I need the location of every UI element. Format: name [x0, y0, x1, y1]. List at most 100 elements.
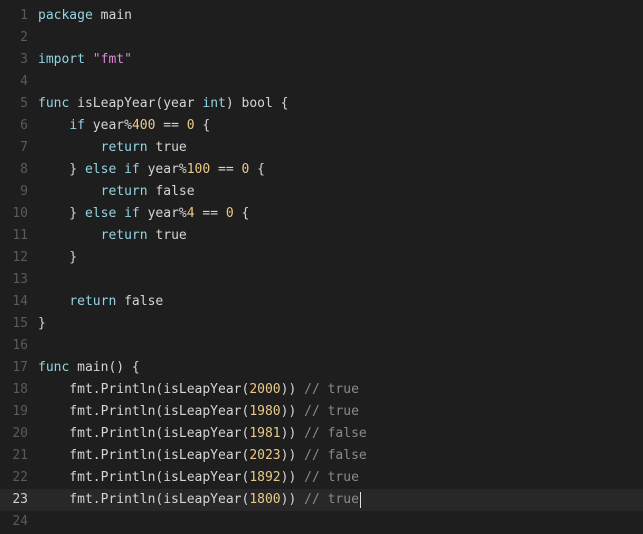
code-line[interactable]: 4 — [0, 71, 643, 93]
code-line[interactable]: 23 fmt.Println(isLeapYear(1800)) // true — [0, 489, 643, 511]
ident-token: } — [38, 250, 78, 265]
ident-token: )) — [280, 404, 305, 419]
keyword-token: return — [100, 228, 148, 243]
number-token: 1980 — [249, 404, 281, 419]
code-line[interactable]: 18 fmt.Println(isLeapYear(2000)) // true — [0, 379, 643, 401]
number-token: 100 — [186, 162, 211, 177]
string-token: "fmt" — [92, 52, 132, 67]
comment-token: // true — [304, 404, 359, 419]
code-line[interactable]: 16 — [0, 335, 643, 357]
line-code: return true — [28, 137, 643, 159]
comment-token: // false — [304, 448, 367, 463]
number-token: 1981 — [249, 426, 281, 441]
code-line[interactable]: 17 func main() { — [0, 357, 643, 379]
line-code: fmt.Println(isLeapYear(2000)) // true — [28, 379, 643, 401]
number-token: 0 — [225, 206, 234, 221]
ident-token: } — [38, 162, 85, 177]
code-line[interactable]: 14 return false — [0, 291, 643, 313]
number-token: 2000 — [249, 382, 281, 397]
line-number: 18 — [12, 382, 28, 397]
ident-token: == — [194, 206, 226, 221]
code-line[interactable]: 7 return true — [0, 137, 643, 159]
code-line[interactable]: 20 fmt.Println(isLeapYear(1981)) // fals… — [0, 423, 643, 445]
ident-token — [38, 181, 101, 203]
code-line[interactable]: 9 return false — [0, 181, 643, 203]
line-number: 5 — [20, 96, 28, 111]
ident-token: isLeapYear(year — [69, 96, 203, 111]
code-line[interactable]: 19 fmt.Println(isLeapYear(1980)) // true — [0, 401, 643, 423]
ident-token: fmt.Println(isLeapYear( — [38, 382, 250, 397]
code-line[interactable]: 5 func isLeapYear(year int) bool { — [0, 93, 643, 115]
ident-token: )) — [280, 382, 305, 397]
number-token: 400 — [131, 118, 156, 133]
ident-token: )) — [280, 448, 305, 463]
line-number: 7 — [20, 140, 28, 155]
line-number: 11 — [12, 228, 28, 243]
line-code: } — [28, 313, 643, 335]
comment-token: // true — [304, 382, 359, 397]
code-line[interactable]: 13 — [0, 269, 643, 291]
code-line[interactable]: 8 } else if year% 100 == 0 { — [0, 159, 643, 181]
line-code: import "fmt" — [28, 49, 643, 71]
ident-token: } — [38, 316, 46, 331]
keyword-token: import — [38, 52, 85, 67]
line-code: } else if year% 100 == 0 { — [28, 159, 643, 181]
line-number: 17 — [12, 360, 28, 375]
text-cursor — [359, 492, 361, 508]
number-token: 0 — [241, 162, 250, 177]
line-number: 12 — [12, 250, 28, 265]
line-number: 16 — [12, 338, 28, 353]
code-line[interactable]: 1 package main — [0, 5, 643, 27]
line-code: return false — [28, 181, 643, 203]
line-code: func isLeapYear(year int) bool { — [28, 93, 643, 115]
ident-token: { — [194, 118, 211, 133]
number-token: 1892 — [249, 470, 281, 485]
code-line[interactable]: 15} — [0, 313, 643, 335]
code-line[interactable]: 3 import "fmt" — [0, 49, 643, 71]
keyword-token: else if — [84, 206, 140, 221]
code-line[interactable]: 24 — [0, 511, 643, 533]
line-code: fmt.Println(isLeapYear(1800)) // true — [28, 489, 643, 511]
line-number: 9 — [20, 184, 28, 199]
ident-token: fmt.Println(isLeapYear( — [38, 426, 250, 441]
ident-token: )) — [280, 470, 305, 485]
comment-token: // false — [304, 426, 367, 441]
ident-token: == — [155, 118, 187, 133]
line-number: 4 — [20, 74, 28, 89]
line-code: return true — [28, 225, 643, 247]
number-token: 1800 — [249, 492, 281, 507]
code-editor[interactable]: 1 package main 2 3 import "fmt" 4 5 func isLeap… — [0, 0, 643, 534]
line-number: 6 — [20, 118, 28, 133]
ident-token: fmt.Println(isLeapYear( — [38, 404, 250, 419]
code-line[interactable]: 6 if year% 400 == 0 { — [0, 115, 643, 137]
code-line[interactable]: 10 } else if year% 4 == 0 { — [0, 203, 643, 225]
ident-token — [85, 49, 93, 71]
ident-token: { — [249, 162, 266, 177]
ident-token: year% — [139, 206, 187, 221]
keyword-token: package — [38, 8, 93, 23]
code-line[interactable]: 21 fmt.Println(isLeapYear(2023)) // fals… — [0, 445, 643, 467]
ident-token: false — [116, 294, 164, 309]
line-number: 1 — [20, 8, 28, 23]
code-line[interactable]: 2 — [0, 27, 643, 49]
line-number: 23 — [12, 492, 28, 507]
line-number: 21 — [12, 448, 28, 463]
ident-token — [38, 291, 69, 313]
line-number: 22 — [12, 470, 28, 485]
keyword-token: else if — [84, 162, 140, 177]
line-number: 13 — [12, 272, 28, 287]
code-line[interactable]: 22 fmt.Println(isLeapYear(1892)) // true — [0, 467, 643, 489]
keyword-token: if — [69, 118, 85, 133]
code-line[interactable]: 12 } — [0, 247, 643, 269]
line-code: fmt.Println(isLeapYear(1981)) // false — [28, 423, 643, 445]
code-line[interactable]: 11 return true — [0, 225, 643, 247]
comment-token: // true — [304, 470, 359, 485]
line-number: 3 — [20, 52, 28, 67]
line-number: 2 — [20, 30, 28, 45]
ident-token: fmt.Println(isLeapYear( — [38, 492, 250, 507]
